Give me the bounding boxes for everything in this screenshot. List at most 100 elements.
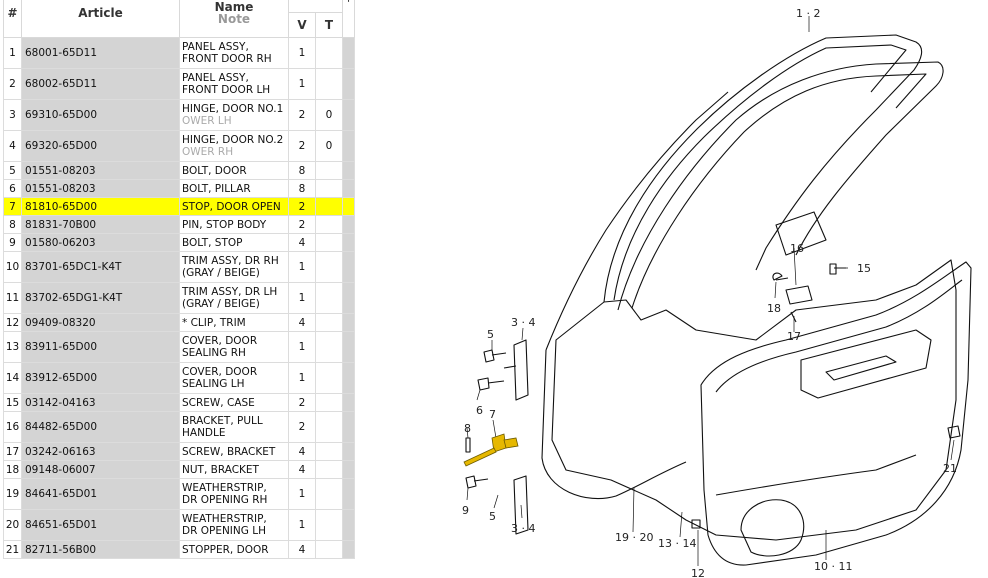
- table-row[interactable]: 20 84651-65D01 WEATHERSTRIP, DR OPENING LH 1: [3, 509, 355, 541]
- header-article[interactable]: Article: [21, 0, 180, 38]
- callout-16: 16: [790, 242, 804, 255]
- article-number[interactable]: 83911-65D00: [21, 331, 180, 363]
- article-number[interactable]: 83702-65DG1-K4T: [21, 282, 180, 314]
- part-name-line1: * CLIP, TRIM: [182, 316, 246, 329]
- row-number: 15: [3, 393, 22, 412]
- table-row[interactable]: 18 09148-06007 NUT, BRACKET 4: [3, 460, 355, 479]
- table-row[interactable]: 8 81831-70B00 PIN, STOP BODY 2: [3, 215, 355, 234]
- price-cell: [342, 251, 355, 283]
- row-number: 3: [3, 99, 22, 131]
- qty-v: 2: [288, 197, 316, 216]
- article-number[interactable]: 01580-06203: [21, 233, 180, 252]
- article-number[interactable]: 03242-06163: [21, 442, 180, 461]
- part-name-line2: HANDLE: [182, 427, 226, 439]
- header-t[interactable]: T: [315, 12, 343, 38]
- table-row[interactable]: 1 68001-65D11 PANEL ASSY, FRONT DOOR RH 1: [3, 37, 355, 69]
- table-row[interactable]: 10 83701-65DC1-K4T TRIM ASSY, DR RH (GRAY /…: [3, 251, 355, 283]
- article-number[interactable]: 68002-65D11: [21, 68, 180, 100]
- row-number: 20: [3, 509, 22, 541]
- header-name[interactable]: Name Note: [179, 0, 289, 38]
- part-name: COVER, DOOR SEALING LH: [179, 362, 289, 394]
- article-number[interactable]: 84482-65D00: [21, 411, 180, 443]
- qty-t: [315, 215, 343, 234]
- door-parts-diagram: 1 · 2 15 16 18 17 5 3 · 4 6 7 8 9 5 3 · …: [462, 7, 972, 578]
- callout-12: 12: [691, 567, 705, 578]
- table-row[interactable]: 3 69310-65D00 HINGE, DOOR NO.1 OWER LH 2 0: [3, 99, 355, 131]
- article-number[interactable]: 84641-65D01: [21, 478, 180, 510]
- table-row[interactable]: 17 03242-06163 SCREW, BRACKET 4: [3, 442, 355, 461]
- table-row[interactable]: 12 09409-08320 * CLIP, TRIM 4: [3, 313, 355, 332]
- article-number[interactable]: 01551-08203: [21, 161, 180, 180]
- article-number[interactable]: 69320-65D00: [21, 130, 180, 162]
- price-cell: [342, 540, 355, 559]
- table-row[interactable]: 11 83702-65DG1-K4T TRIM ASSY, DR LH (GRAY /…: [3, 282, 355, 314]
- weatherstrip-19-20: [541, 91, 729, 500]
- price-cell: [342, 130, 355, 162]
- part-name-line1: PIN, STOP BODY: [182, 218, 267, 231]
- header-note-label: Note: [217, 12, 251, 26]
- qty-v: 2: [288, 99, 316, 131]
- article-number[interactable]: 68001-65D11: [21, 37, 180, 69]
- part-name: WEATHERSTRIP, DR OPENING LH: [179, 509, 289, 541]
- table-row[interactable]: 16 84482-65D00 BRACKET, PULL HANDLE 2: [3, 411, 355, 443]
- table-row[interactable]: 14 83912-65D00 COVER, DOOR SEALING LH 1: [3, 362, 355, 394]
- price-cell: [342, 393, 355, 412]
- row-number: 1: [3, 37, 22, 69]
- table-row[interactable]: 19 84641-65D01 WEATHERSTRIP, DR OPENING RH 1: [3, 478, 355, 510]
- qty-t: [315, 411, 343, 443]
- table-row[interactable]: 7 81810-65D00 STOP, DOOR OPEN 2: [3, 197, 355, 216]
- row-number: 14: [3, 362, 22, 394]
- qty-v: 2: [288, 393, 316, 412]
- callout-17: 17: [787, 330, 801, 343]
- part-name: BOLT, DOOR: [179, 161, 289, 180]
- qty-t: [315, 509, 343, 541]
- door-trim-panel: [700, 261, 972, 566]
- trim-map-pocket: [715, 454, 917, 496]
- part-name-line1: BOLT, PILLAR: [182, 182, 251, 195]
- article-number[interactable]: 83912-65D00: [21, 362, 180, 394]
- header-num[interactable]: #: [3, 0, 22, 38]
- article-number[interactable]: 69310-65D00: [21, 99, 180, 131]
- qty-v: 4: [288, 460, 316, 479]
- callout-7: 7: [489, 408, 496, 421]
- price-cell: [342, 331, 355, 363]
- part-note: OWER RH: [182, 146, 234, 158]
- part-name-line2: DR OPENING LH: [182, 525, 266, 537]
- article-number[interactable]: 09148-06007: [21, 460, 180, 479]
- table-row[interactable]: 21 82711-56B00 STOPPER, DOOR 4: [3, 540, 355, 559]
- callout-10-11: 10 · 11: [814, 560, 852, 573]
- table-row[interactable]: 4 69320-65D00 HINGE, DOOR NO.2 OWER RH 2 0: [3, 130, 355, 162]
- table-row[interactable]: 15 03142-04163 SCREW, CASE 2: [3, 393, 355, 412]
- article-number[interactable]: 03142-04163: [21, 393, 180, 412]
- hinge-upper: [503, 339, 529, 401]
- qty-t: [315, 233, 343, 252]
- article-number[interactable]: 81810-65D00: [21, 197, 180, 216]
- qty-t: 0: [315, 130, 343, 162]
- article-number[interactable]: 84651-65D01: [21, 509, 180, 541]
- price-cell: [342, 99, 355, 131]
- row-number: 17: [3, 442, 22, 461]
- article-number[interactable]: 83701-65DC1-K4T: [21, 251, 180, 283]
- qty-v: 4: [288, 540, 316, 559]
- article-number[interactable]: 81831-70B00: [21, 215, 180, 234]
- price-cell: [342, 233, 355, 252]
- article-number[interactable]: 82711-56B00: [21, 540, 180, 559]
- qty-t: [315, 161, 343, 180]
- qty-t: [315, 460, 343, 479]
- table-row[interactable]: 6 01551-08203 BOLT, PILLAR 8: [3, 179, 355, 198]
- callout-8: 8: [464, 422, 471, 435]
- article-number[interactable]: 09409-08320: [21, 313, 180, 332]
- header-v[interactable]: V: [288, 12, 316, 38]
- table-row[interactable]: 9 01580-06203 BOLT, STOP 4: [3, 233, 355, 252]
- table-row[interactable]: 13 83911-65D00 COVER, DOOR SEALING RH 1: [3, 331, 355, 363]
- row-number: 8: [3, 215, 22, 234]
- stopper-21: [947, 425, 961, 439]
- header-price[interactable]: $: [342, 0, 355, 38]
- table-row[interactable]: 5 01551-08203 BOLT, DOOR 8: [3, 161, 355, 180]
- article-number[interactable]: 01551-08203: [21, 179, 180, 198]
- qty-v: 1: [288, 478, 316, 510]
- row-number: 5: [3, 161, 22, 180]
- price-cell: [342, 161, 355, 180]
- table-row[interactable]: 2 68002-65D11 PANEL ASSY, FRONT DOOR LH 1: [3, 68, 355, 100]
- part-name: NUT, BRACKET: [179, 460, 289, 479]
